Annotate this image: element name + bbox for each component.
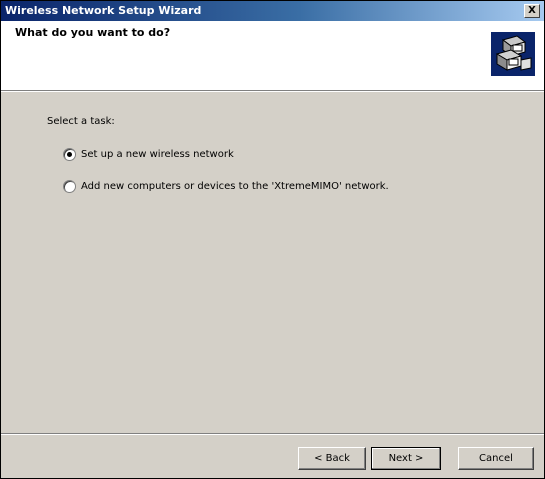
option-add-devices[interactable]: Add new computers or devices to the 'Xtr…: [63, 179, 389, 195]
footer-divider: [1, 433, 544, 435]
option-setup-new-network[interactable]: Set up a new wireless network: [63, 147, 234, 163]
back-button[interactable]: < Back: [298, 447, 366, 470]
radio-selected-icon[interactable]: [63, 147, 76, 161]
option-label[interactable]: Add new computers or devices to the 'Xtr…: [81, 181, 389, 192]
close-button[interactable]: X: [524, 4, 540, 18]
computers-network-icon: [491, 32, 535, 76]
wizard-window: Wireless Network Setup Wizard X What do …: [0, 0, 545, 479]
task-label: Select a task:: [47, 116, 115, 127]
radio-unselected-icon[interactable]: [63, 179, 76, 193]
option-label[interactable]: Set up a new wireless network: [81, 149, 234, 160]
page-title: What do you want to do?: [15, 26, 171, 39]
wizard-header: What do you want to do?: [1, 21, 544, 90]
title-bar[interactable]: Wireless Network Setup Wizard X: [1, 1, 544, 21]
next-button[interactable]: Next >: [371, 447, 441, 470]
wizard-content: Select a task: Set up a new wireless net…: [1, 92, 544, 432]
window-title: Wireless Network Setup Wizard: [5, 4, 202, 17]
cancel-button[interactable]: Cancel: [458, 447, 534, 470]
